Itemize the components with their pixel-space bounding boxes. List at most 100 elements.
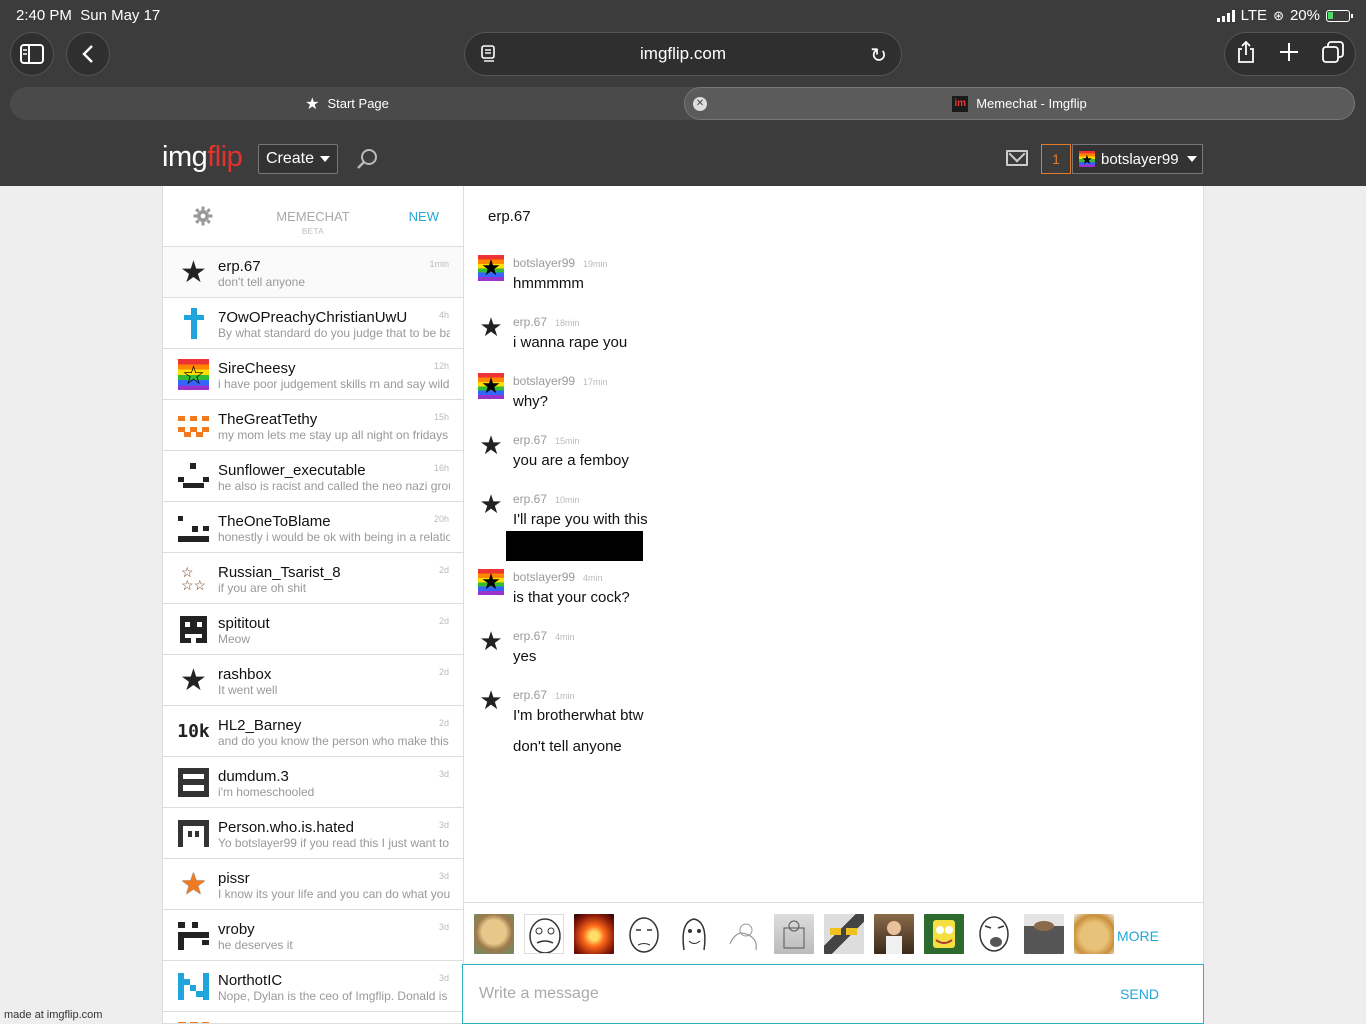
message-author[interactable]: erp.67	[513, 629, 547, 643]
battery-icon	[1326, 9, 1353, 22]
message-meta: botslayer99 17min	[513, 374, 608, 388]
meme-thumbnail-rage-face[interactable]	[524, 914, 564, 954]
mail-icon[interactable]	[1006, 150, 1028, 166]
conversation-name: spititout	[218, 615, 270, 632]
message-text: I'm brotherwhat btw	[513, 707, 644, 724]
imgflip-logo[interactable]: imgflip	[162, 141, 243, 174]
conversation-time: 2d	[438, 565, 449, 575]
conversation-item[interactable]: 10k HL2_Barney and do you know the perso…	[163, 706, 463, 757]
create-button[interactable]: Create	[258, 144, 338, 174]
conversation-preview: i'm homeschooled	[218, 785, 315, 799]
search-icon[interactable]	[356, 148, 378, 170]
conversation-preview: he deserves it	[218, 938, 293, 952]
conversation-name: NorthotIC	[218, 972, 283, 989]
conversation-item[interactable]: 7OwOPreachyChristianUwU By what standard…	[163, 298, 463, 349]
reload-icon[interactable]: ↻	[870, 43, 887, 68]
caret-down-icon	[1186, 156, 1197, 162]
conversation-name: rashbox	[218, 666, 272, 683]
conversation-item[interactable]: dumdum.3 i'm homeschooled 3d	[163, 757, 463, 808]
message-composer: SEND	[462, 964, 1204, 1024]
meme-thumbnail-okay-face[interactable]	[624, 914, 664, 954]
back-button[interactable]	[66, 32, 110, 76]
redacted-link-block	[506, 531, 643, 561]
message-author[interactable]: erp.67	[513, 315, 547, 329]
send-button[interactable]: SEND	[1120, 986, 1159, 1002]
conversation-time: 4h	[438, 310, 449, 320]
conversation-item[interactable]: TheGreatTethy my mom lets me stay up all…	[163, 400, 463, 451]
network-label: LTE	[1240, 7, 1268, 24]
message-text: why?	[513, 393, 549, 410]
message-input[interactable]	[463, 965, 1103, 1023]
meme-thumbnail-rage-face[interactable]	[674, 914, 714, 954]
conversation-item[interactable]: ☆ SireCheesy i have poor judgement skill…	[163, 349, 463, 400]
conversation-item[interactable]: ☆ ☆☆ Russian_Tsarist_8 if you are oh shit…	[163, 553, 463, 604]
toolbar-actions	[1224, 32, 1356, 76]
tab-memechat[interactable]: ✕ im Memechat - Imgflip	[684, 87, 1355, 120]
conversation-item[interactable]	[163, 1012, 463, 1023]
signal-icon	[1216, 9, 1235, 22]
meme-thumbnail-spongebob[interactable]	[924, 914, 964, 954]
conversation-time: 12h	[433, 361, 449, 371]
new-tab-icon[interactable]	[1279, 42, 1299, 67]
address-bar[interactable]: imgflip.com ↻	[464, 32, 902, 76]
conversation-name: SireCheesy	[218, 360, 296, 377]
conversation-item[interactable]: Sunflower_executable he also is racist a…	[163, 451, 463, 502]
conversation-item[interactable]: ★ pissr I know its your life and you can…	[163, 859, 463, 910]
caret-down-icon	[320, 156, 331, 162]
close-tab-icon[interactable]: ✕	[693, 97, 707, 111]
meme-thumbnail-comic[interactable]	[774, 914, 814, 954]
star-avatar: ★	[180, 257, 207, 288]
message-author[interactable]: botslayer99	[513, 570, 575, 584]
conversation-time: 16h	[433, 463, 449, 473]
sidebar-toggle-button[interactable]	[10, 32, 54, 76]
conversation-item[interactable]: Person.who.is.hated Yo botslayer99 if yo…	[163, 808, 463, 859]
conversation-preview: Meow	[218, 632, 251, 646]
new-chat-button[interactable]: NEW	[409, 209, 439, 224]
conversation-preview: Yo botslayer99 if you read this I just w…	[218, 836, 450, 850]
conversation-preview: Nope, Dylan is the ceo of Imgflip. Donal…	[218, 989, 448, 1003]
message-author[interactable]: botslayer99	[513, 374, 575, 388]
tab-start-page[interactable]: ★ Start Page	[10, 87, 684, 120]
meme-thumbnail-sunglasses[interactable]	[824, 914, 864, 954]
message-author[interactable]: erp.67	[513, 492, 547, 506]
conversation-time: 1min	[429, 259, 449, 269]
chat-message: ★ erp.67 4min yes	[478, 628, 1178, 682]
meme-thumbnail-lol-face[interactable]	[974, 914, 1014, 954]
message-time: 10min	[555, 495, 580, 505]
conversation-preview: he also is racist and called the neo naz…	[218, 479, 450, 493]
message-author[interactable]: botslayer99	[513, 256, 575, 270]
meme-thumbnail-cat[interactable]	[474, 914, 514, 954]
share-icon[interactable]	[1236, 40, 1256, 69]
message-time: 1min	[555, 691, 575, 701]
conversation-item[interactable]: ★ erp.67 don't tell anyone 1min	[163, 247, 463, 298]
message-text: hmmmmm	[513, 275, 584, 292]
meme-thumbnail-sketch[interactable]	[724, 914, 764, 954]
conversation-item[interactable]: ★ rashbox It went well 2d	[163, 655, 463, 706]
meme-thumbnail-explosion[interactable]	[574, 914, 614, 954]
conversation-item[interactable]: NorthotIC Nope, Dylan is the ceo of Imgf…	[163, 961, 463, 1012]
message-time: 18min	[555, 318, 580, 328]
star-avatar: ★	[479, 430, 503, 460]
meme-thumbnail-buddy-christ[interactable]	[874, 914, 914, 954]
conversation-name: Person.who.is.hated	[218, 819, 354, 836]
tabs-overview-icon[interactable]	[1321, 40, 1344, 68]
rainbow-star-avatar: ☆	[178, 359, 209, 390]
message-author[interactable]: erp.67	[513, 433, 547, 447]
conversation-item[interactable]: spititout Meow 2d	[163, 604, 463, 655]
gear-icon[interactable]	[193, 206, 213, 226]
message-author[interactable]: erp.67	[513, 688, 547, 702]
conversation-item[interactable]: TheOneToBlame honestly i would be ok wit…	[163, 502, 463, 553]
more-memes-button[interactable]: MORE	[1117, 928, 1159, 944]
message-meta: botslayer99 19min	[513, 256, 608, 270]
chat-message: ★ erp.67 18min i wanna rape you	[478, 314, 1178, 368]
conversation-item[interactable]: vroby he deserves it 3d	[163, 910, 463, 961]
message-time: 4min	[583, 573, 603, 583]
conversation-time: 3d	[438, 871, 449, 881]
conversation-time: 3d	[438, 820, 449, 830]
reader-icon[interactable]	[481, 45, 497, 68]
notification-count[interactable]: 1	[1041, 144, 1071, 174]
meme-thumbnail-doge[interactable]	[1074, 914, 1114, 954]
conversation-name: HL2_Barney	[218, 717, 302, 734]
meme-thumbnail-ceiling-cat[interactable]	[1024, 914, 1064, 954]
user-menu-button[interactable]: ★ botslayer99	[1072, 144, 1203, 174]
